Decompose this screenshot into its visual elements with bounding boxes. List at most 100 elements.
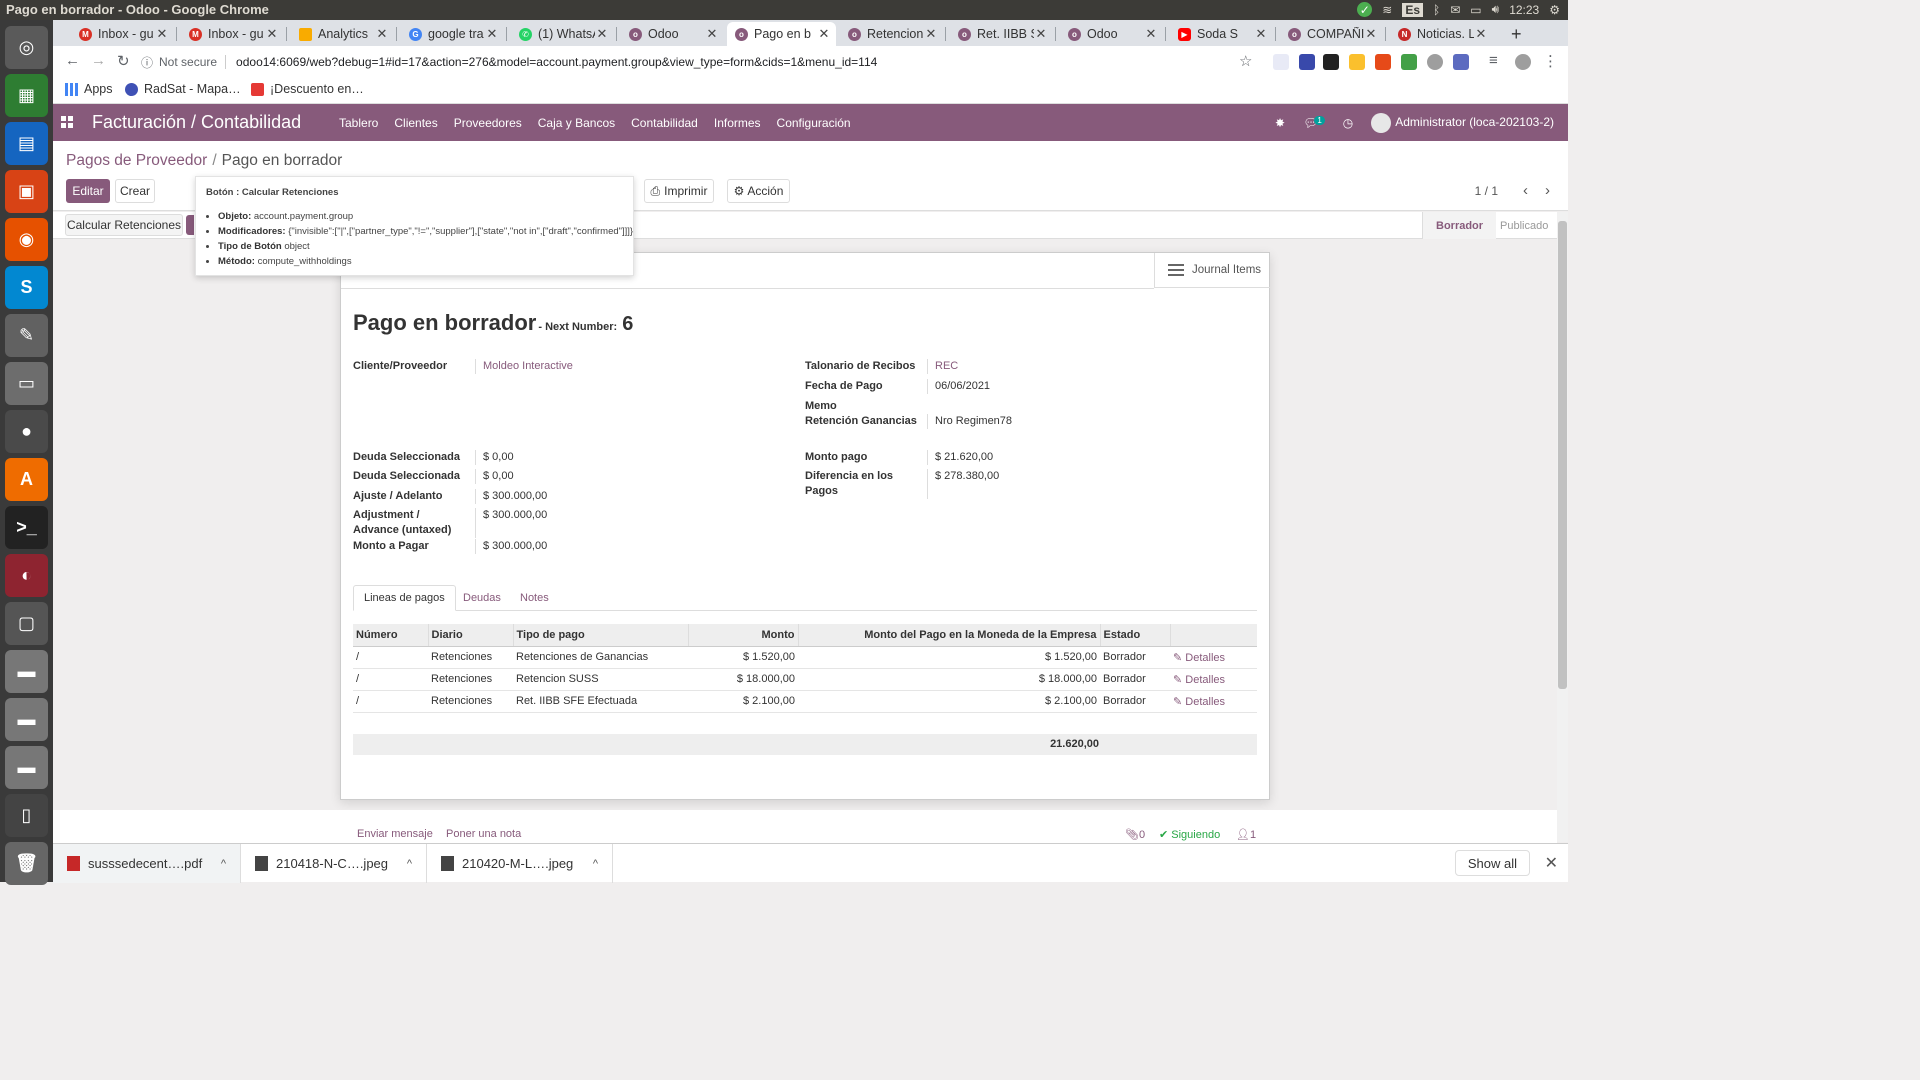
disk-icon[interactable]: ▬ bbox=[5, 746, 48, 789]
extension-icon[interactable] bbox=[1323, 54, 1339, 70]
volume-icon[interactable]: 🔊︎ bbox=[1492, 2, 1500, 17]
close-tab-icon[interactable]: ✕ bbox=[1364, 26, 1378, 42]
forward-arrow-icon[interactable]: → bbox=[91, 52, 106, 69]
browser-tab[interactable]: o Retencion ✕ bbox=[840, 22, 943, 46]
chrome-icon[interactable]: ● bbox=[5, 410, 48, 453]
menu-item-tablero[interactable]: Tablero bbox=[339, 116, 378, 130]
journal-items-button[interactable]: Journal Items bbox=[1154, 253, 1270, 288]
close-tab-icon[interactable]: ✕ bbox=[924, 26, 938, 42]
settings-gear-icon[interactable]: ⚙ bbox=[1549, 3, 1560, 17]
window-manager-icon[interactable]: ▢ bbox=[5, 602, 48, 645]
column-header[interactable]: Tipo de pago bbox=[512, 624, 688, 647]
menu-item-caja-bancos[interactable]: Caja y Bancos bbox=[538, 116, 615, 130]
extension-icon[interactable] bbox=[1453, 54, 1469, 70]
media-queue-icon[interactable]: ≡ bbox=[1489, 52, 1498, 69]
download-item[interactable]: 210420-M-L….jpeg ^ bbox=[427, 844, 613, 883]
apps-menu-icon[interactable] bbox=[61, 116, 73, 128]
ubuntu-dash-icon[interactable]: ◎ bbox=[5, 26, 48, 69]
chevron-up-icon[interactable]: ^ bbox=[221, 858, 226, 870]
close-tab-icon[interactable]: ✕ bbox=[595, 26, 609, 42]
disk-icon[interactable]: ▬ bbox=[5, 650, 48, 693]
show-all-button[interactable]: Show all bbox=[1454, 850, 1530, 876]
browser-tab[interactable]: M Inbox - gu ✕ bbox=[71, 22, 174, 46]
spreadsheet-icon[interactable]: ▦ bbox=[5, 74, 48, 117]
info-icon[interactable]: ⓘ bbox=[141, 54, 153, 71]
edit-button[interactable]: Editar bbox=[66, 179, 110, 203]
pager-previous-icon[interactable]: ‹ bbox=[1523, 182, 1528, 199]
create-button[interactable]: Crear bbox=[115, 179, 155, 203]
back-arrow-icon[interactable]: ← bbox=[65, 52, 80, 69]
disk-icon[interactable]: ▬ bbox=[5, 698, 48, 741]
close-tab-icon[interactable]: ✕ bbox=[817, 26, 831, 42]
firefox-icon[interactable]: ◉ bbox=[5, 218, 48, 261]
action-button[interactable]: ⚙ Acción bbox=[727, 179, 790, 203]
download-item[interactable]: 210418-N-C….jpeg ^ bbox=[241, 844, 427, 883]
extension-icon[interactable] bbox=[1401, 54, 1417, 70]
browser-tab[interactable]: o Odoo ✕ bbox=[1060, 22, 1163, 46]
browser-tab[interactable]: N Noticias. L ✕ bbox=[1390, 22, 1493, 46]
menu-item-clientes[interactable]: Clientes bbox=[394, 116, 437, 130]
terminal-icon[interactable]: >_ bbox=[5, 506, 48, 549]
extension-icon[interactable] bbox=[1273, 54, 1289, 70]
phone-icon[interactable]: ▯ bbox=[5, 794, 48, 837]
pager-next-icon[interactable]: › bbox=[1545, 182, 1550, 199]
attachments-button[interactable]: 📎︎0 bbox=[1125, 828, 1145, 841]
close-tab-icon[interactable]: ✕ bbox=[1254, 26, 1268, 42]
new-tab-button[interactable]: + bbox=[1505, 22, 1531, 46]
browser-tab[interactable]: ▶ Soda S ✕ bbox=[1170, 22, 1273, 46]
browser-tab[interactable]: M Inbox - gu ✕ bbox=[181, 22, 284, 46]
keyboard-language[interactable]: Es bbox=[1402, 2, 1424, 17]
tab-notes[interactable]: Notes bbox=[510, 585, 559, 611]
compute-withholdings-button[interactable]: Calcular Retenciones bbox=[65, 214, 183, 236]
browser-tab[interactable]: Analytics ✕ bbox=[291, 22, 394, 46]
tab-debts[interactable]: Deudas bbox=[453, 585, 511, 611]
close-tab-icon[interactable]: ✕ bbox=[375, 26, 389, 42]
close-icon[interactable]: ✕ bbox=[1545, 853, 1558, 873]
mail-icon[interactable]: ✉ bbox=[1450, 3, 1460, 17]
extension-icon[interactable] bbox=[1375, 54, 1391, 70]
bookmark-star-icon[interactable]: ☆ bbox=[1239, 52, 1252, 70]
profile-avatar-icon[interactable] bbox=[1515, 54, 1531, 70]
system-tools-icon[interactable]: ✎ bbox=[5, 314, 48, 357]
scrollbar-thumb[interactable] bbox=[1558, 221, 1567, 689]
close-tab-icon[interactable]: ✕ bbox=[265, 26, 279, 42]
column-header[interactable]: Diario bbox=[427, 624, 513, 647]
menu-kebab-icon[interactable]: ⋮ bbox=[1543, 52, 1558, 70]
app-red-icon[interactable]: ◐ bbox=[5, 554, 48, 597]
url-bar[interactable]: ⓘ Not secure odoo14:6069/web?debug=1#id=… bbox=[141, 51, 1271, 73]
user-menu[interactable]: Administrator (loca-202103-2) bbox=[1371, 113, 1554, 133]
column-header[interactable]: Estado bbox=[1099, 624, 1170, 647]
followers-button[interactable]: 👤︎1 bbox=[1236, 828, 1256, 841]
status-borrador[interactable]: Borrador bbox=[1422, 212, 1497, 239]
table-row[interactable]: / Retenciones Ret. IIBB SFE Efectuada $ … bbox=[353, 690, 1257, 713]
print-button[interactable]: ⎙ Imprimir bbox=[644, 179, 714, 203]
partner-link[interactable]: Moldeo Interactive bbox=[475, 359, 573, 374]
software-center-icon[interactable]: A bbox=[5, 458, 48, 501]
close-tab-icon[interactable]: ✕ bbox=[1144, 26, 1158, 42]
browser-tab[interactable]: o COMPAÑI ✕ bbox=[1280, 22, 1383, 46]
browser-tab[interactable]: ✆ (1) WhatsA ✕ bbox=[511, 22, 614, 46]
browser-tab[interactable]: o Ret. IIBB S ✕ bbox=[950, 22, 1053, 46]
details-button[interactable]: ✎ Detalles bbox=[1170, 668, 1257, 691]
sync-check-icon[interactable]: ✓ bbox=[1357, 2, 1373, 17]
details-button[interactable]: ✎ Detalles bbox=[1170, 646, 1257, 669]
tab-payment-lines[interactable]: Lineas de pagos bbox=[353, 585, 456, 611]
pager-value[interactable]: 1 / 1 bbox=[1475, 184, 1498, 198]
menu-item-proveedores[interactable]: Proveedores bbox=[454, 116, 522, 130]
extension-icon[interactable] bbox=[1299, 54, 1315, 70]
close-tab-icon[interactable]: ✕ bbox=[155, 26, 169, 42]
skype-icon[interactable]: S bbox=[5, 266, 48, 309]
menu-item-contabilidad[interactable]: Contabilidad bbox=[631, 116, 698, 130]
app-title[interactable]: Facturación / Contabilidad bbox=[92, 112, 301, 133]
close-tab-icon[interactable]: ✕ bbox=[1034, 26, 1048, 42]
table-row[interactable]: / Retenciones Retenciones de Ganancias $… bbox=[353, 646, 1257, 669]
close-tab-icon[interactable]: ✕ bbox=[1474, 26, 1488, 42]
column-header[interactable]: Monto bbox=[687, 624, 798, 647]
table-row[interactable]: / Retenciones Retencion SUSS $ 18.000,00… bbox=[353, 668, 1257, 691]
clock[interactable]: 12:23 bbox=[1509, 3, 1539, 17]
close-tab-icon[interactable]: ✕ bbox=[485, 26, 499, 42]
column-header[interactable]: Número bbox=[353, 624, 428, 647]
chevron-up-icon[interactable]: ^ bbox=[593, 858, 598, 870]
chevron-up-icon[interactable]: ^ bbox=[407, 858, 412, 870]
writer-icon[interactable]: ▤ bbox=[5, 122, 48, 165]
